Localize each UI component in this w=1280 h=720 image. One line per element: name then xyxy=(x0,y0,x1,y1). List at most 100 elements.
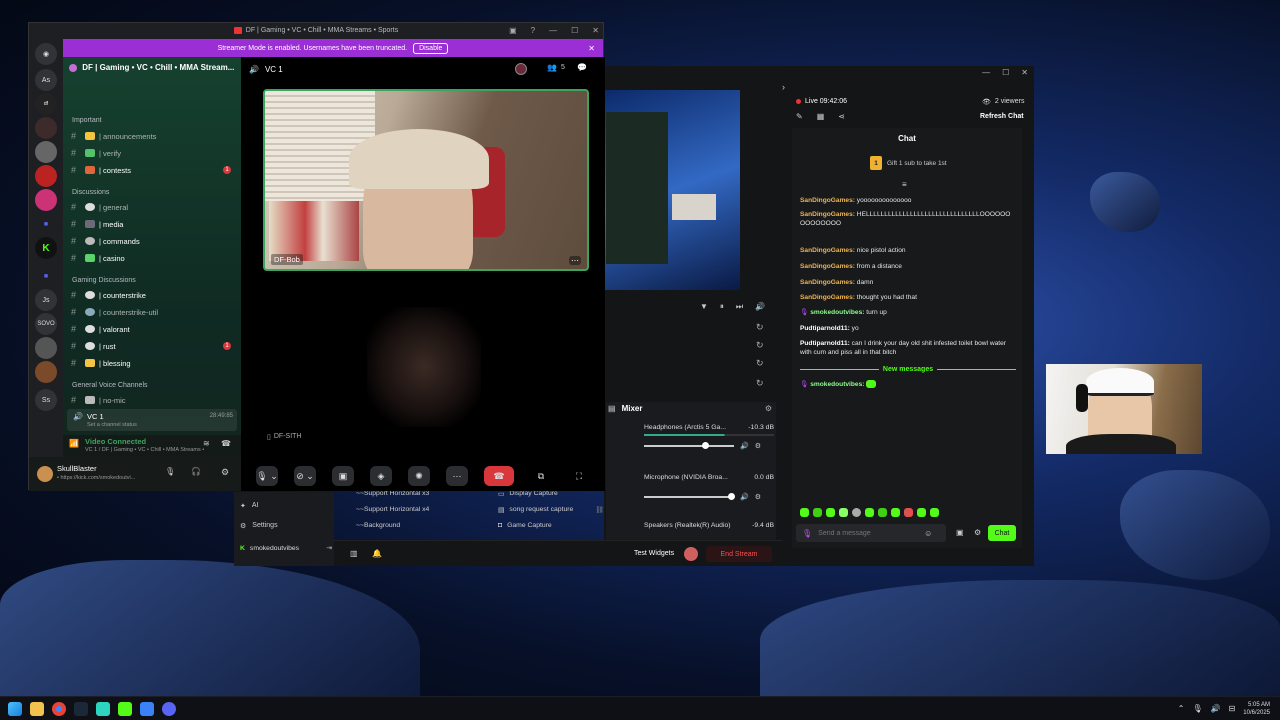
screen-share-button[interactable]: ▣ xyxy=(332,466,354,486)
more-button[interactable]: ⋯ xyxy=(446,466,468,486)
mic-icon[interactable]: 🎙 xyxy=(1192,704,1202,713)
gear-icon[interactable]: ⚙ xyxy=(765,404,772,413)
clip-icon[interactable]: ▦ xyxy=(817,112,825,121)
minimize-icon[interactable]: — xyxy=(982,68,990,77)
emote-icon[interactable] xyxy=(930,508,939,517)
server-name-header[interactable]: DF | Gaming • VC • Chill • MMA Stream...… xyxy=(69,63,235,72)
gift-leaderboard[interactable]: 1 Gift 1 sub to take 1st xyxy=(870,156,947,170)
steam-icon[interactable] xyxy=(74,701,88,716)
server-icon[interactable] xyxy=(35,337,57,359)
skip-icon[interactable]: ⏭ xyxy=(736,302,743,312)
server-icon[interactable] xyxy=(35,165,57,187)
folder-icon[interactable]: ■ xyxy=(35,265,57,287)
server-icon[interactable] xyxy=(35,189,57,211)
windows-start-icon[interactable] xyxy=(8,701,22,716)
network-icon[interactable]: ⊟ xyxy=(1229,704,1236,713)
discord-home-icon[interactable]: ◉ xyxy=(35,43,57,65)
speaker-icon[interactable]: 🔊 xyxy=(740,442,749,450)
chat-input-box[interactable]: 🎙 ☺ xyxy=(796,524,946,542)
emote-icon[interactable] xyxy=(813,508,822,517)
popout-button[interactable]: ⧉ xyxy=(530,466,552,486)
channel-rust[interactable]: # | rust 1 xyxy=(71,339,237,353)
link-icon[interactable]: ⛓ xyxy=(595,506,604,522)
soundboard-button[interactable]: ✺ xyxy=(408,466,430,486)
voice-channel-vc1[interactable]: 🔊 VC 1 28:49:85 Set a channel status xyxy=(67,409,237,431)
share-icon[interactable]: ⋖ xyxy=(838,112,845,121)
close-icon[interactable]: ✕ xyxy=(1021,68,1028,77)
nav-item-settings[interactable]: ⚙ Settings xyxy=(240,522,278,530)
scene-item[interactable]: ~~Support Horizontal x3 xyxy=(356,490,496,506)
server-icon[interactable]: df xyxy=(35,93,57,115)
people-icon[interactable]: 👥 xyxy=(547,63,557,72)
kick-server-icon[interactable]: K xyxy=(35,237,57,259)
nav-item-ai[interactable]: ✦ AI xyxy=(240,502,259,510)
close-icon[interactable]: ✕ xyxy=(588,44,595,53)
source-item[interactable]: ◘ Game Capture xyxy=(498,522,604,538)
help-icon[interactable]: ? xyxy=(531,26,535,35)
more-options-icon[interactable]: ⋯ xyxy=(569,256,581,265)
app-icon[interactable] xyxy=(140,701,154,716)
gift-icon[interactable]: ▣ xyxy=(956,528,964,537)
kick-icon[interactable] xyxy=(118,701,132,716)
category-discussions[interactable]: Discussions xyxy=(72,189,109,196)
fullscreen-button[interactable]: ⛶ xyxy=(568,466,590,486)
channel-general[interactable]: # | general xyxy=(71,200,237,214)
record-icon[interactable] xyxy=(515,63,527,75)
emote-icon[interactable] xyxy=(839,508,848,517)
server-icon[interactable]: Js xyxy=(35,289,57,311)
slider-thumb[interactable] xyxy=(728,493,735,500)
chat-bubble-icon[interactable]: 💬 xyxy=(577,63,587,72)
disable-streamer-mode-button[interactable]: Disable xyxy=(413,42,449,54)
chrome-icon[interactable] xyxy=(52,701,66,716)
filter-icon[interactable]: ▼ xyxy=(700,302,708,312)
volume-slider[interactable] xyxy=(644,493,735,500)
channel-account[interactable]: K smokedoutvibes ⇥ xyxy=(240,544,332,553)
video-tile[interactable]: DF-Bob ⋯ xyxy=(263,89,589,271)
server-icon[interactable]: SOVO xyxy=(35,313,57,335)
gear-icon[interactable]: ⚙ xyxy=(755,493,761,501)
mic-icon[interactable]: 🎙 xyxy=(165,467,175,476)
disconnect-button[interactable]: ☎ xyxy=(484,466,514,486)
close-icon[interactable]: ✕ xyxy=(592,26,599,35)
collapse-icon[interactable]: ⇥ xyxy=(326,544,332,552)
clock[interactable]: 5:05 AM 10/6/2025 xyxy=(1243,701,1270,717)
chat-collapse-icon[interactable]: › xyxy=(782,82,785,92)
gear-icon[interactable]: ⚙ xyxy=(974,528,981,537)
channel-counterstrike[interactable]: # | counterstrike xyxy=(71,288,237,302)
activity-button[interactable]: ◈ xyxy=(370,466,392,486)
server-icon[interactable] xyxy=(35,141,57,163)
emote-icon[interactable] xyxy=(878,508,887,517)
minimize-icon[interactable]: — xyxy=(549,26,557,35)
speaker-icon[interactable]: 🔊 xyxy=(1211,704,1221,713)
slider-thumb[interactable] xyxy=(702,442,709,449)
server-icon[interactable] xyxy=(35,361,57,383)
emote-icon[interactable] xyxy=(826,508,835,517)
refresh-icon[interactable]: ↻ xyxy=(756,322,764,333)
channel-counterstrike-util[interactable]: # | counterstrike-util xyxy=(71,305,237,319)
server-icon[interactable]: Ss xyxy=(35,389,57,411)
discord-icon[interactable] xyxy=(162,701,176,716)
inbox-icon[interactable]: ▣ xyxy=(509,26,517,35)
stats-icon[interactable]: ▥ xyxy=(350,549,358,558)
new-messages-divider[interactable]: New messages xyxy=(800,364,1017,374)
category-general-voice[interactable]: General Voice Channels xyxy=(72,382,148,389)
emote-icon[interactable] xyxy=(852,508,861,517)
emote-icon[interactable] xyxy=(891,508,900,517)
edit-icon[interactable]: ✎ xyxy=(796,112,803,121)
emote-icon[interactable] xyxy=(800,508,809,517)
chat-input[interactable] xyxy=(818,529,919,537)
speaker-icon[interactable]: 🔊 xyxy=(740,493,749,501)
camera-toggle-button[interactable]: ⊘ ⌄ xyxy=(294,466,316,486)
maximize-icon[interactable]: ☐ xyxy=(1002,68,1009,77)
volume-slider[interactable] xyxy=(644,442,734,449)
scene-item[interactable]: ~~Support Horizontal x4 xyxy=(356,506,496,522)
category-important[interactable]: Important xyxy=(72,117,102,124)
source-item[interactable]: ▤ song request capture ⛓ xyxy=(498,506,604,522)
avatar[interactable] xyxy=(37,466,53,482)
refresh-icon[interactable]: ↻ xyxy=(756,378,764,389)
channel-announcements[interactable]: # | announcements xyxy=(71,129,237,143)
refresh-icon[interactable]: ↻ xyxy=(756,340,764,351)
file-explorer-icon[interactable] xyxy=(30,701,44,716)
volume-icon[interactable]: 🔊 xyxy=(755,302,765,312)
gear-icon[interactable]: ⚙ xyxy=(221,467,229,478)
